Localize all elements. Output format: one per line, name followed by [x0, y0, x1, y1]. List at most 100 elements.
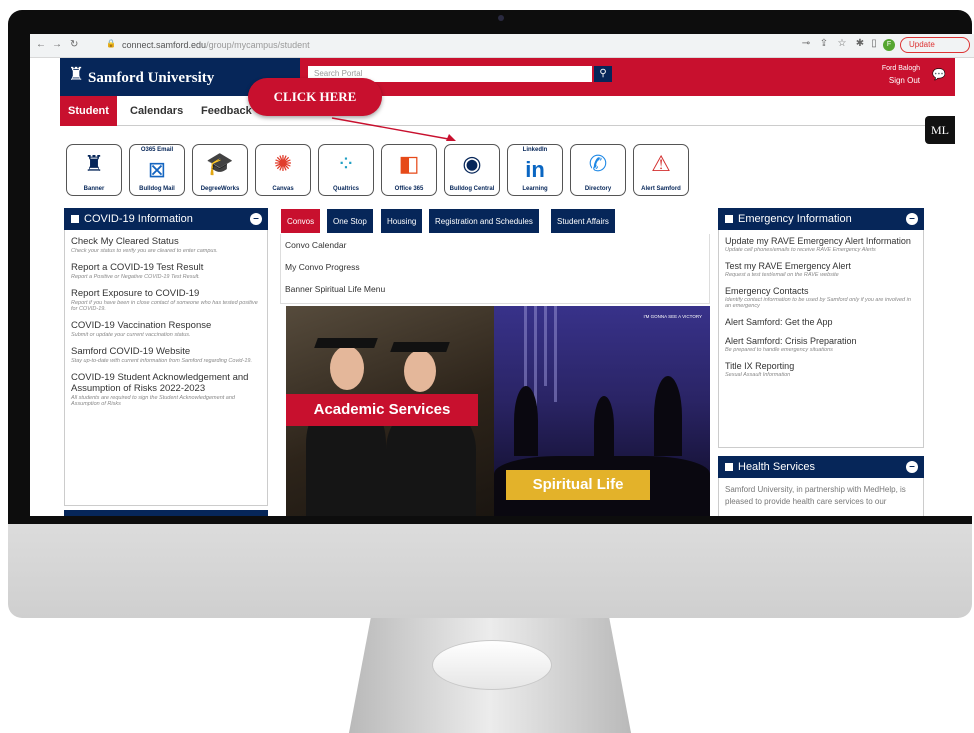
- next-panel-header: [64, 510, 268, 516]
- screen-lyrics: I'M GONNA SEE A VICTORY: [643, 314, 702, 319]
- covid-panel-header: COVID-19 Information –: [64, 208, 268, 230]
- forward-arrow-icon[interactable]: →: [52, 39, 62, 50]
- emergency-link[interactable]: Test my RAVE Emergency Alert: [719, 261, 923, 271]
- emergency-panel-body: Update my RAVE Emergency Alert Informati…: [718, 230, 924, 448]
- panel-square-icon: [725, 215, 733, 223]
- tab-convos[interactable]: Convos: [280, 208, 322, 234]
- browser-toolbar: ← → ↻ 🔒 connect.samford.edu/group/mycamp…: [30, 34, 974, 58]
- emergency-link[interactable]: Alert Samford: Crisis Preparation: [719, 336, 923, 346]
- covid-link-desc: Stay up-to-date with current information…: [71, 358, 252, 364]
- app-label: Directory: [584, 186, 612, 192]
- spiritual-life-tile[interactable]: I'M GONNA SEE A VICTORY Spiritual Life: [494, 306, 710, 516]
- key-icon[interactable]: ⊸: [800, 38, 812, 50]
- mortarboard-icon: [390, 342, 450, 352]
- app-canvas[interactable]: ✺ Canvas: [255, 144, 311, 196]
- app-label: Office 365: [394, 186, 424, 192]
- app-label: Banner: [83, 186, 105, 192]
- center-tabs: Convos One Stop Housing Registration and…: [280, 208, 710, 234]
- app-label: Qualtrics: [332, 186, 359, 192]
- convo-menu: Convo Calendar My Convo Progress Banner …: [280, 234, 710, 304]
- organ-pipe: [524, 306, 527, 396]
- academic-services-tile[interactable]: Academic Services: [286, 306, 498, 516]
- organ-pipe: [554, 306, 557, 402]
- tab-student-affairs[interactable]: Student Affairs: [550, 208, 616, 234]
- covid-link[interactable]: COVID-19 Vaccination Response: [65, 320, 267, 331]
- organ-pipe: [544, 306, 547, 386]
- covid-link-desc: Report if you have been in close contact…: [71, 300, 258, 312]
- app-bulldog-central[interactable]: ◉ Bulldog Central: [444, 144, 500, 196]
- covid-link[interactable]: Samford COVID-19 Website: [65, 346, 267, 357]
- emergency-link-desc: Request a test text/email on the RAVE we…: [725, 272, 839, 278]
- tower-icon: ♜: [84, 151, 104, 176]
- spiritual-life-label: Spiritual Life: [506, 470, 650, 500]
- app-alert-samford[interactable]: ⚠ Alert Samford: [633, 144, 689, 196]
- linkedin-icon: in: [525, 157, 545, 182]
- health-panel-header: Health Services –: [718, 456, 924, 478]
- warning-icon: ⚠: [651, 151, 671, 176]
- covid-link[interactable]: COVID-19 Student Acknowledgement and Ass…: [65, 372, 267, 394]
- emergency-link[interactable]: Update my RAVE Emergency Alert Informati…: [719, 236, 923, 246]
- app-banner[interactable]: ♜ Banner: [66, 144, 122, 196]
- header-band: Search Portal ⚲ Ford Balogh Sign Out 💬: [300, 58, 955, 96]
- camera-icon: [498, 15, 504, 21]
- collapse-icon[interactable]: –: [906, 461, 918, 473]
- sign-out-link[interactable]: Sign Out: [860, 76, 920, 85]
- search-icon: ⚲: [599, 68, 607, 79]
- update-button[interactable]: Update: [900, 37, 970, 53]
- graduation-cap-icon: 🎓: [206, 151, 234, 176]
- reload-icon[interactable]: ↻: [70, 39, 78, 50]
- covid-panel-title: COVID-19 Information: [84, 213, 193, 225]
- menu-item-spiritual-life-menu[interactable]: Banner Spiritual Life Menu: [285, 284, 385, 294]
- menu-item-convo-progress[interactable]: My Convo Progress: [285, 262, 360, 272]
- panel-square-icon: [725, 463, 733, 471]
- tab-calendars[interactable]: Calendars: [122, 96, 191, 126]
- collapse-icon[interactable]: –: [906, 213, 918, 225]
- logo-text: Samford University: [88, 70, 215, 86]
- app-label: Learning: [522, 186, 548, 192]
- emergency-link[interactable]: Title IX Reporting: [719, 361, 923, 371]
- app-linkedin-learning[interactable]: LinkedIn in Learning: [507, 144, 563, 196]
- graduate-face: [330, 346, 364, 390]
- monitor-chin: [8, 524, 972, 618]
- back-arrow-icon[interactable]: ←: [36, 39, 46, 50]
- emergency-panel-title: Emergency Information: [738, 213, 852, 225]
- app-top-label: LinkedIn: [522, 147, 548, 153]
- share-icon[interactable]: ⇪: [818, 38, 830, 50]
- emergency-link-desc: Be prepared to handle emergency situatio…: [725, 347, 833, 353]
- app-bulldog-mail[interactable]: O365 Email ⊠ Bulldog Mail: [129, 144, 185, 196]
- mortarboard-icon: [314, 338, 378, 348]
- sidebar-toggle-icon[interactable]: ▯: [868, 38, 880, 50]
- phone-icon: ✆: [588, 151, 608, 176]
- emergency-link[interactable]: Alert Samford: Get the App: [719, 317, 923, 327]
- url-path: /group/mycampus/student: [206, 40, 310, 50]
- search-button[interactable]: ⚲: [594, 66, 612, 82]
- samford-tower-logo-icon: ♜: [68, 64, 85, 84]
- qualtrics-icon: ⁘: [336, 151, 356, 176]
- app-directory[interactable]: ✆ Directory: [570, 144, 626, 196]
- covid-link[interactable]: Report a COVID-19 Test Result: [65, 262, 267, 273]
- bulldog-central-icon: ◉: [462, 151, 482, 176]
- star-icon[interactable]: ☆: [836, 38, 848, 50]
- lock-icon: 🔒: [106, 39, 116, 48]
- address-bar[interactable]: connect.samford.edu/group/mycampus/stude…: [122, 40, 310, 50]
- app-degreeworks[interactable]: 🎓 DegreeWorks: [192, 144, 248, 196]
- tab-student[interactable]: Student: [60, 96, 117, 126]
- user-name: Ford Balogh: [881, 65, 920, 72]
- tab-housing[interactable]: Housing: [380, 208, 424, 234]
- collapse-icon[interactable]: –: [250, 213, 262, 225]
- covid-link-desc: All students are required to sign the St…: [71, 395, 235, 407]
- covid-link[interactable]: Report Exposure to COVID-19: [65, 288, 267, 299]
- emergency-link[interactable]: Emergency Contacts: [719, 286, 923, 296]
- extension-icon[interactable]: ✱: [854, 38, 866, 50]
- app-qualtrics[interactable]: ⁘ Qualtrics: [318, 144, 374, 196]
- menu-item-convo-calendar[interactable]: Convo Calendar: [285, 240, 346, 250]
- app-office-365[interactable]: ◧ Office 365: [381, 144, 437, 196]
- covid-panel-body: Check My Cleared Status Check your statu…: [64, 230, 268, 506]
- health-panel-title: Health Services: [738, 461, 816, 473]
- profile-avatar[interactable]: F: [883, 39, 895, 51]
- tab-one-stop[interactable]: One Stop: [326, 208, 374, 234]
- academic-services-label: Academic Services: [286, 394, 478, 426]
- covid-link[interactable]: Check My Cleared Status: [65, 236, 267, 247]
- tab-registration[interactable]: Registration and Schedules: [428, 208, 540, 234]
- chat-icon[interactable]: 💬: [932, 68, 946, 81]
